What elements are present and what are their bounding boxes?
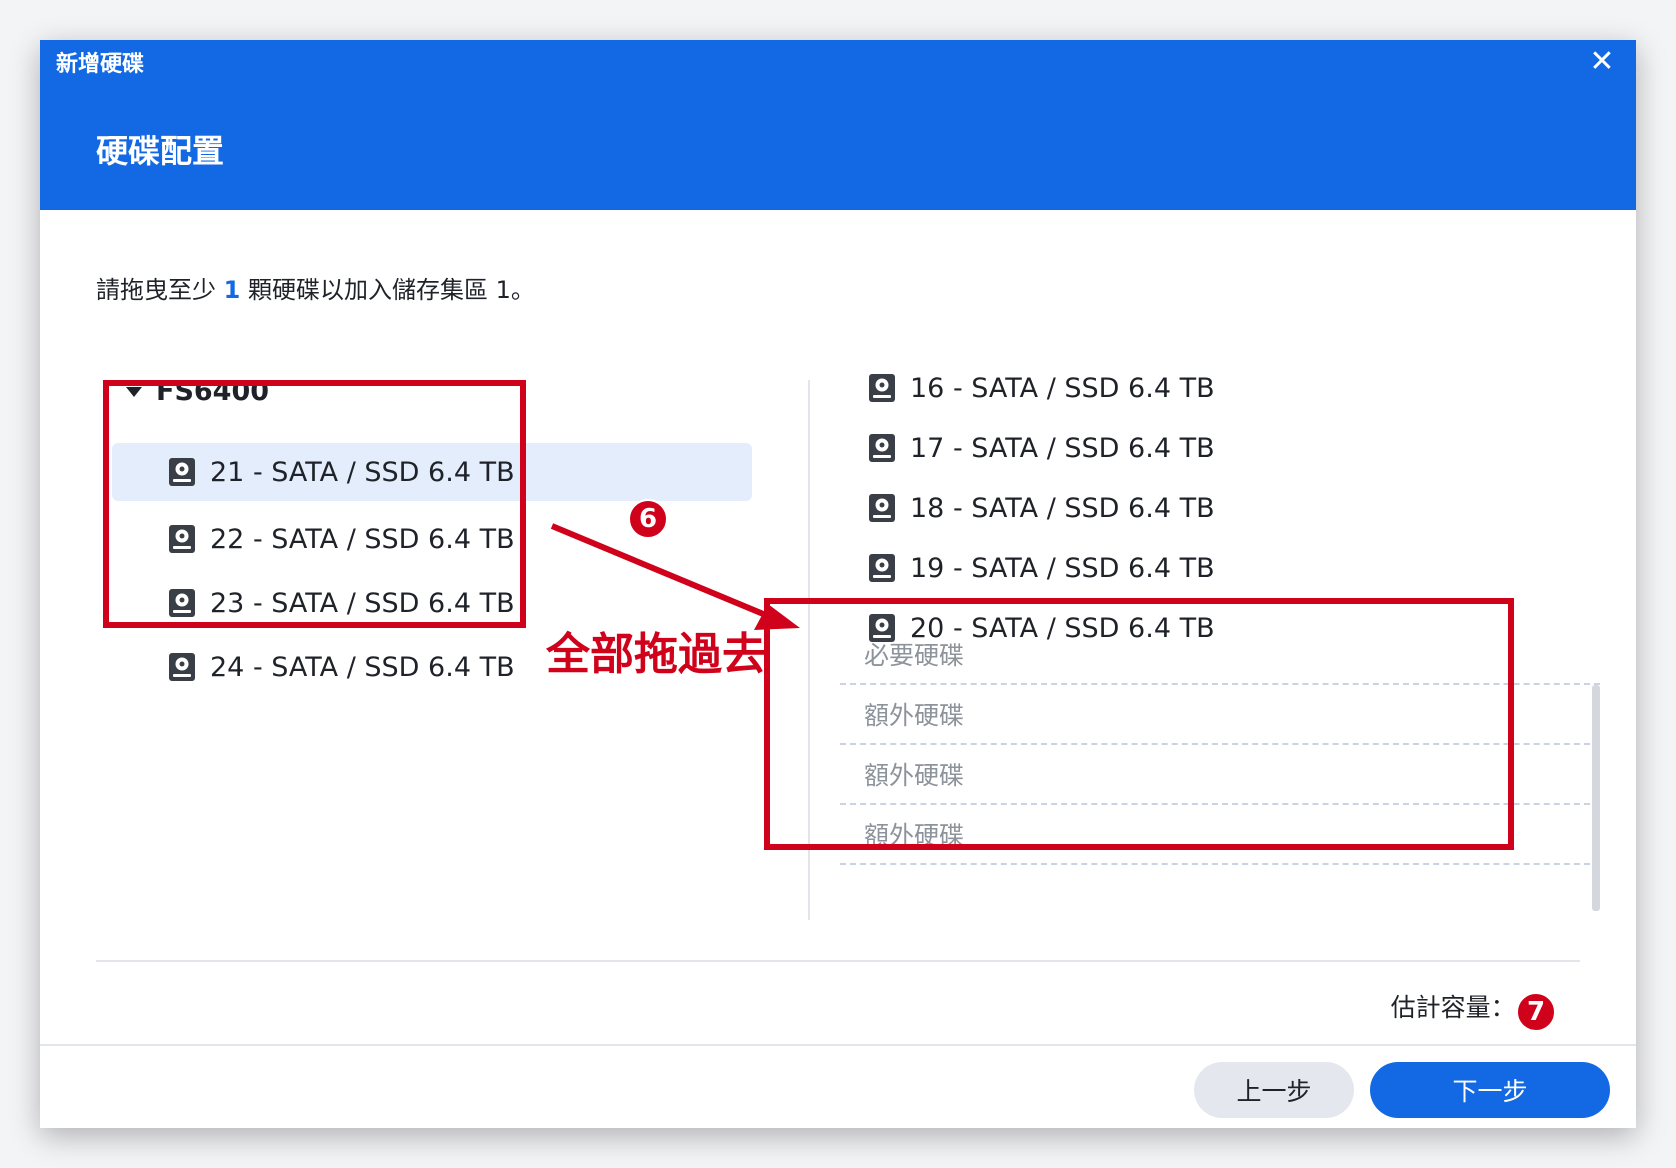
back-button[interactable]: 上一步 [1194,1062,1354,1118]
hard-drive-icon [869,554,895,582]
step-title: 硬碟配置 [96,132,225,170]
disk-item[interactable]: 17 - SATA / SSD 6.4 TB [830,418,1490,478]
instruction-prefix: 請拖曳至少 [96,276,216,304]
hard-drive-icon [869,434,895,462]
window-title: 新增硬碟 [56,52,145,77]
step-badge-6: 6 [628,499,668,539]
disk-item[interactable]: 16 - SATA / SSD 6.4 TB [830,358,1490,418]
instruction-text: 請拖曳至少 1 顆硬碟以加入儲存集區 1。 [96,270,535,305]
disk-label: 17 - SATA / SSD 6.4 TB [910,432,1215,464]
instruction-suffix: 顆硬碟以加入儲存集區 1。 [247,276,535,304]
annotation-box-target [764,598,1514,850]
close-button[interactable]: ✕ [1586,46,1618,78]
annotation-drag-label: 全部拖過去 [546,629,766,680]
hard-drive-icon [869,374,895,402]
close-icon: ✕ [1589,44,1615,79]
disk-label: 16 - SATA / SSD 6.4 TB [910,372,1215,404]
disk-item[interactable]: 19 - SATA / SSD 6.4 TB [830,538,1490,598]
step-badge-7: 7 [1516,992,1556,1032]
hard-drive-icon [869,494,895,522]
disk-label: 18 - SATA / SSD 6.4 TB [910,492,1215,524]
hard-drive-icon [169,653,195,681]
disk-label: 24 - SATA / SSD 6.4 TB [210,651,515,683]
annotation-box-source [103,380,526,628]
disk-label: 19 - SATA / SSD 6.4 TB [910,552,1215,584]
next-button[interactable]: 下一步 [1370,1062,1610,1118]
dialog-header: 新增硬碟 ✕ 硬碟配置 [40,40,1636,210]
instruction-count: 1 [223,276,241,304]
footer-divider [40,1044,1636,1046]
capacity-label: 估計容量： [1390,993,1516,1022]
disk-item[interactable]: 18 - SATA / SSD 6.4 TB [830,478,1490,538]
drop-zone-scrollbar[interactable] [1592,685,1600,911]
section-divider [96,960,1580,962]
